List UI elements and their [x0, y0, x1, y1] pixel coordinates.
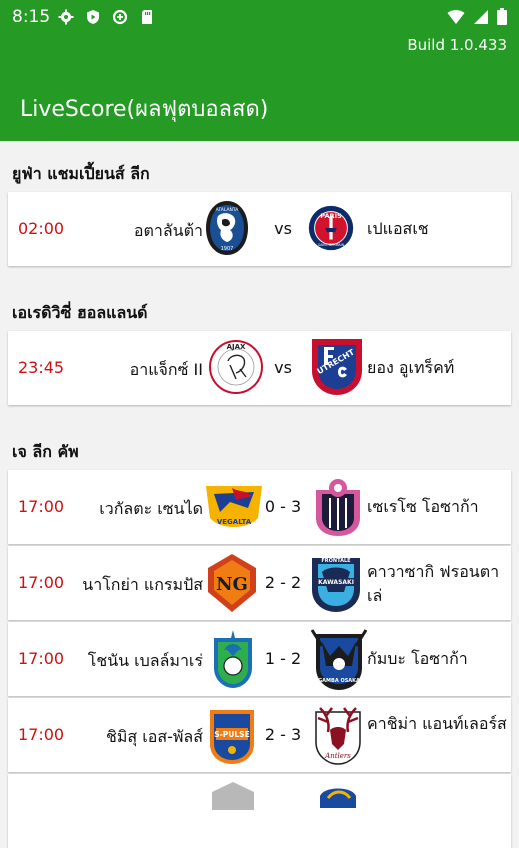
- build-version: Build 1.0.433: [407, 36, 507, 54]
- match-score: 2 - 2: [264, 573, 302, 592]
- kashima-antlers-logo-icon: Antlers: [315, 707, 361, 765]
- logo-text: PARIS: [320, 212, 342, 220]
- home-team: ชิมิสุ เอส-พัลส์: [106, 727, 203, 746]
- match-score: 2 - 3: [264, 725, 302, 744]
- match-score: 0 - 3: [264, 497, 302, 516]
- match-card[interactable]: [8, 774, 511, 848]
- match-card[interactable]: 23:45 อาแจ็กซ์ II AJAX vs UTRECHT ยอง อู…: [8, 331, 511, 405]
- kawasaki-frontale-logo-icon: FRONTALE KAWASAKI: [312, 558, 360, 612]
- home-team: อาแจ็กซ์ II: [129, 360, 203, 379]
- app-bar: 8:15 Build 1.0.433 LiveScore(ผลฟุตบอลสด): [0, 0, 519, 141]
- team-logo-icon: [212, 782, 254, 810]
- match-time: 17:00: [18, 649, 65, 668]
- logo-text: ATALANTA: [216, 207, 240, 213]
- logo-text: SAINT-GERMAIN: [318, 243, 345, 247]
- logo-text: 1907: [221, 246, 234, 252]
- away-team: คาวาซากิ ฟรอนตาเล่: [367, 562, 500, 605]
- match-card[interactable]: 02:00 อตาลันต้า ATALANTA 1907 vs PARIS S…: [8, 192, 511, 266]
- league-title: เอเรดิวิซี่ ฮอลแลนด์: [12, 303, 148, 322]
- home-team: อตาลันต้า: [133, 221, 203, 240]
- battery-icon: [497, 8, 507, 25]
- match-card[interactable]: 17:00 เวกัลตะ เซนได VEGALTA 0 - 3 เซเรโซ…: [8, 470, 511, 544]
- shonan-bellmare-logo-icon: [214, 630, 252, 688]
- logo-text: AJAX: [227, 343, 246, 351]
- signal-icon: [474, 9, 488, 24]
- psg-logo-icon: PARIS SAINT-GERMAIN: [308, 205, 354, 251]
- match-time: 17:00: [18, 497, 65, 516]
- away-team: ยอง อูเทร็คท์: [367, 358, 455, 377]
- home-team: เวกัลตะ เซนได: [99, 499, 203, 518]
- match-card[interactable]: 17:00 โชนัน เบลล์มาเร่ 1 - 2 GAMBA OSAKA…: [8, 622, 511, 696]
- match-score: 1 - 2: [264, 649, 302, 668]
- match-score: vs: [274, 219, 292, 238]
- team-logo-icon: [320, 788, 356, 808]
- shimizu-spulse-logo-icon: S-PULSE: [210, 710, 254, 764]
- logo-text: Antlers: [324, 752, 351, 760]
- atalanta-logo-icon: ATALANTA 1907: [206, 201, 248, 255]
- settings-gear-icon: [58, 9, 74, 25]
- logo-text: NG: [216, 574, 248, 595]
- match-time: 02:00: [18, 219, 65, 238]
- sd-card-icon: [142, 10, 152, 24]
- logo-text: KAWASAKI: [318, 579, 354, 586]
- utrecht-logo-icon: UTRECHT: [312, 339, 362, 395]
- match-time: 17:00: [18, 725, 65, 744]
- logo-text: S-PULSE: [214, 730, 249, 739]
- status-bar: 8:15: [0, 0, 519, 34]
- wifi-icon: [447, 9, 465, 24]
- play-protect-icon: [87, 10, 99, 24]
- logo-text: FRONTALE: [321, 558, 351, 564]
- cerezo-osaka-logo-icon: [316, 479, 360, 536]
- logo-text: VEGALTA: [217, 518, 252, 526]
- match-score: vs: [274, 358, 292, 377]
- logo-text: GAMBA OSAKA: [318, 678, 360, 684]
- home-team: นาโกย่า แกรมปัส: [82, 575, 203, 594]
- nagoya-grampus-logo-icon: NG: [208, 554, 256, 612]
- gamba-osaka-logo-icon: GAMBA OSAKA: [310, 629, 368, 690]
- away-team: เซเรโซ โอซาก้า: [367, 497, 479, 516]
- match-time: 17:00: [18, 573, 65, 592]
- match-card[interactable]: 17:00 ชิมิสุ เอส-พัลส์ S-PULSE 2 - 3 Ant…: [8, 698, 511, 772]
- away-team: กัมบะ โอซาก้า: [367, 649, 468, 668]
- match-list[interactable]: ยูฟ่า แชมเปี้ยนส์ ลีก 02:00 อตาลันต้า AT…: [0, 141, 519, 848]
- status-time: 8:15: [12, 7, 51, 27]
- data-saver-icon: [112, 9, 128, 25]
- away-team: เปแอสเช: [367, 219, 429, 238]
- vegalta-sendai-logo-icon: VEGALTA: [206, 486, 262, 527]
- away-team: คาชิม่า แอนท์เลอร์ส: [367, 714, 507, 733]
- page-title: LiveScore(ผลฟุตบอลสด): [20, 97, 269, 122]
- home-team: โชนัน เบลล์มาเร่: [87, 651, 203, 670]
- ajax-logo-icon: AJAX: [209, 340, 263, 394]
- league-title: เจ ลีก คัพ: [12, 442, 79, 461]
- league-title: ยูฟ่า แชมเปี้ยนส์ ลีก: [12, 164, 150, 183]
- match-card[interactable]: 17:00 นาโกย่า แกรมปัส NG 2 - 2 FRONTALE …: [8, 546, 511, 620]
- match-time: 23:45: [18, 358, 65, 377]
